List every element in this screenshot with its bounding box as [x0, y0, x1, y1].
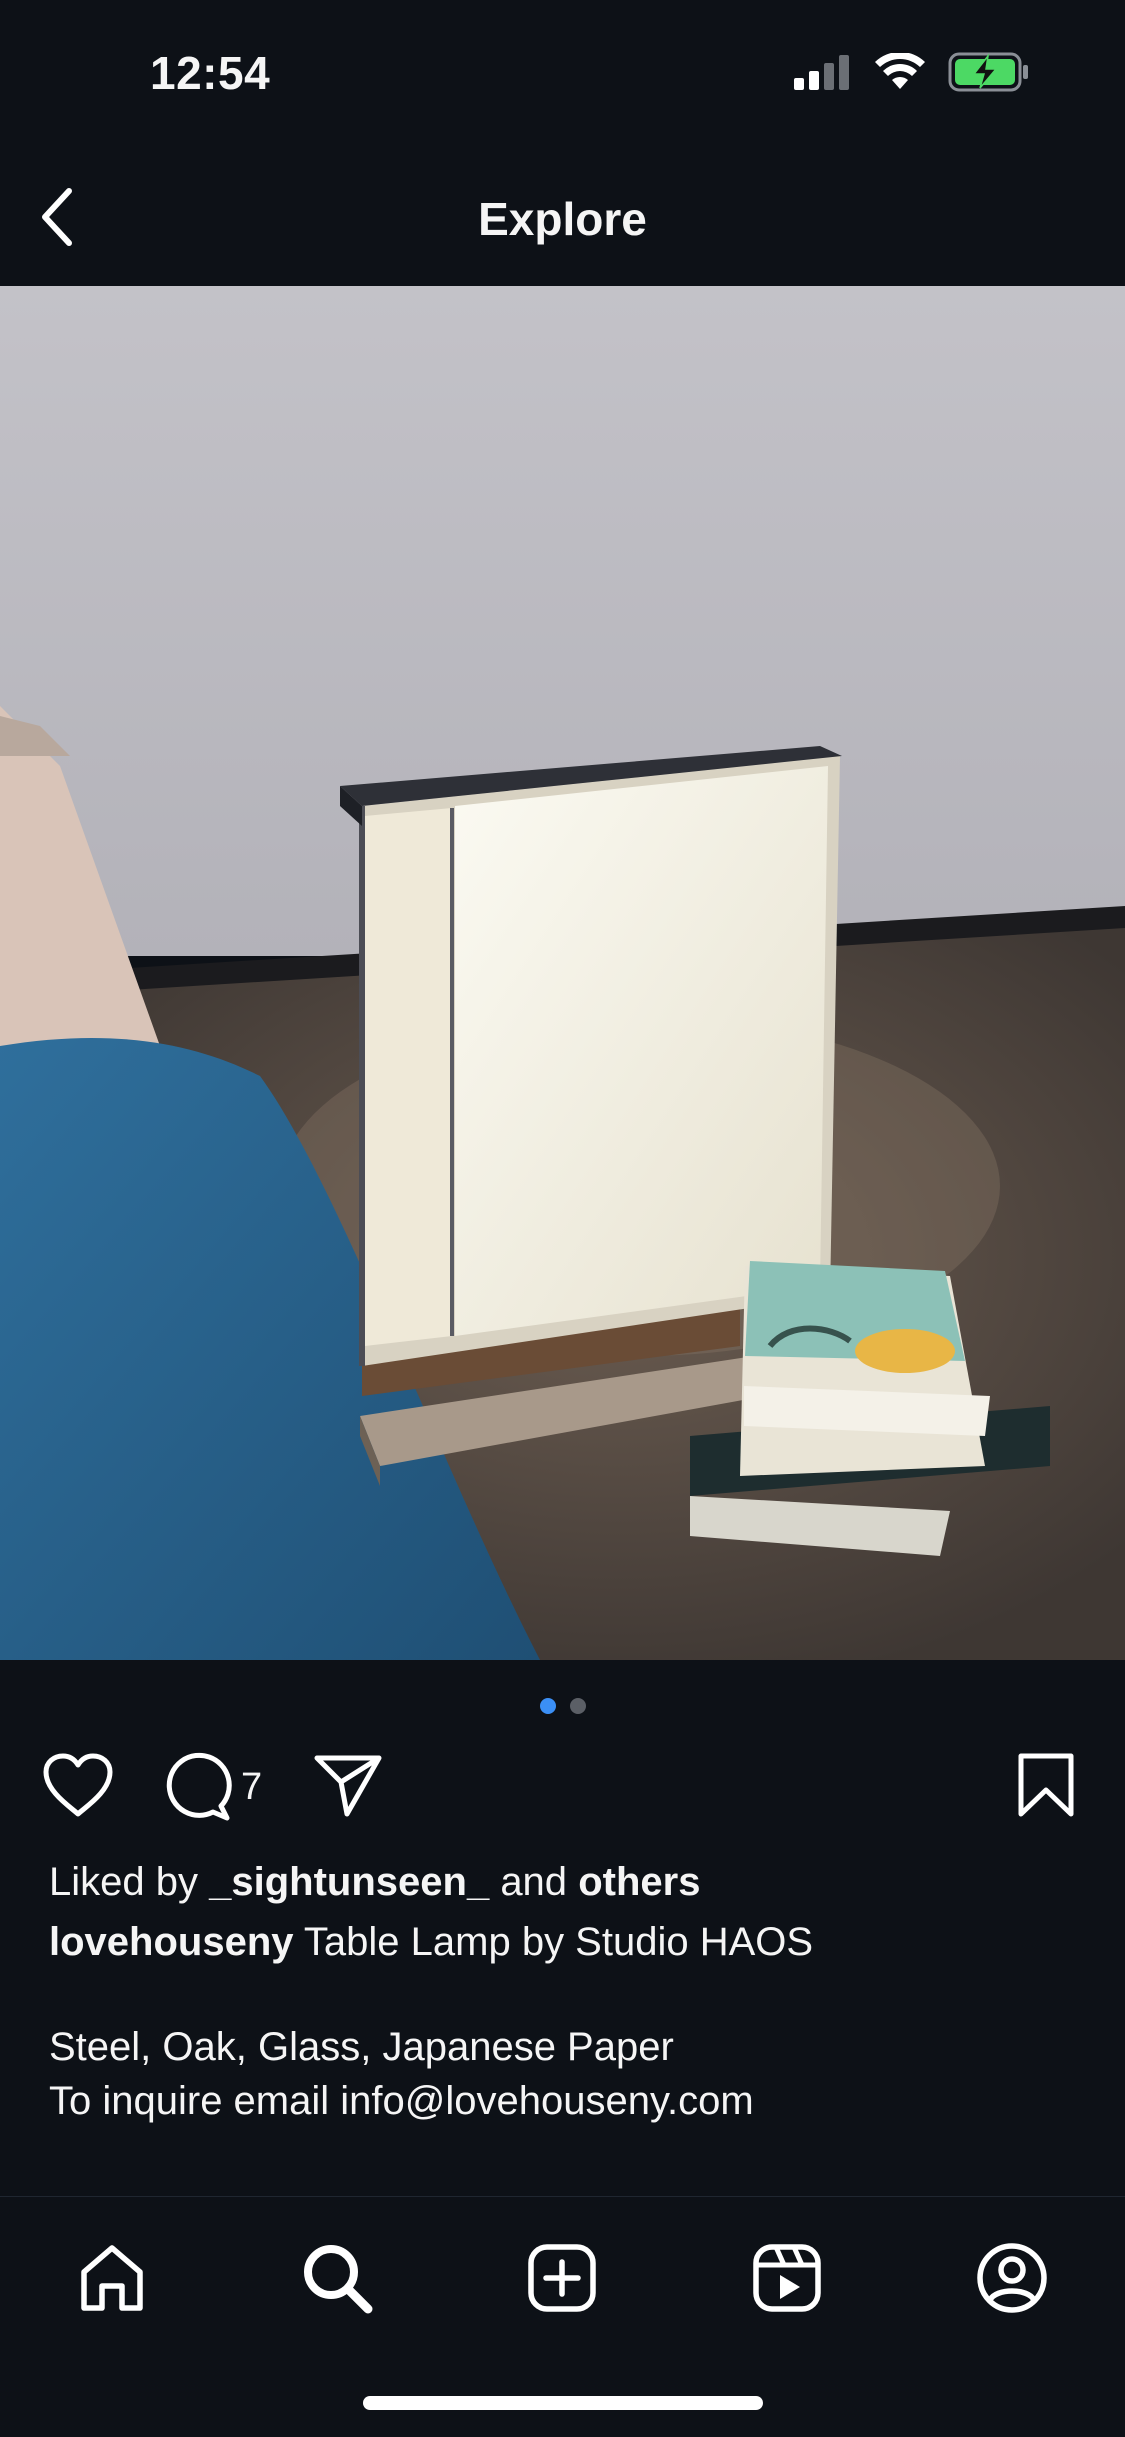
liked-by-user[interactable]: _sightunseen_ — [209, 1860, 489, 1904]
caption-description: Steel, Oak, Glass, Japanese Paper To inq… — [49, 2020, 1079, 2128]
caption-contact: To inquire email info@lovehouseny.com — [49, 2079, 754, 2123]
status-bar: 12:54 — [0, 0, 1125, 150]
status-icons — [794, 52, 1030, 92]
post-caption: Liked by _sightunseen_ and others loveho… — [49, 1852, 1079, 2128]
post-photo — [0, 286, 1125, 1660]
home-indicator — [363, 2396, 763, 2410]
comment-count: 7 — [241, 1765, 263, 1808]
save-button[interactable] — [1017, 1752, 1075, 1818]
tab-reels[interactable] — [742, 2233, 832, 2323]
caption-username[interactable]: lovehouseny — [49, 1920, 294, 1964]
caption-line: lovehouseny Table Lamp by Studio HAOS — [49, 1912, 1079, 1972]
cellular-signal-icon — [794, 55, 849, 90]
profile-icon — [977, 2243, 1047, 2313]
battery-charging-icon — [948, 52, 1028, 92]
create-icon — [528, 2244, 596, 2312]
liked-by-others[interactable]: others — [578, 1860, 700, 1904]
page-title: Explore — [478, 193, 647, 245]
post-actions: 7 — [0, 1748, 1125, 1828]
send-icon — [314, 1755, 382, 1817]
carousel-dot-2 — [569, 1698, 586, 1714]
nav-bar: Explore — [0, 160, 1125, 280]
comment-button[interactable]: 7 — [163, 1752, 262, 1822]
liked-by-joiner: and — [500, 1860, 568, 1904]
tab-create[interactable] — [517, 2233, 607, 2323]
search-icon — [304, 2245, 373, 2314]
liked-by-prefix: Liked by — [49, 1860, 198, 1904]
caption-materials: Steel, Oak, Glass, Japanese Paper — [49, 2025, 674, 2069]
wifi-icon — [875, 53, 925, 89]
like-button[interactable] — [42, 1752, 114, 1820]
post-image[interactable] — [0, 286, 1125, 1660]
tab-profile[interactable] — [967, 2233, 1057, 2323]
caption-text: Table Lamp by Studio HAOS — [303, 1920, 814, 1964]
share-button[interactable] — [313, 1754, 383, 1818]
reels-icon — [753, 2244, 821, 2312]
liked-by-line: Liked by _sightunseen_ and others — [49, 1852, 1079, 1912]
tab-home[interactable] — [67, 2233, 157, 2323]
carousel-indicator — [0, 1698, 1125, 1714]
bookmark-icon — [1018, 1753, 1074, 1817]
heart-icon — [43, 1753, 113, 1817]
comment-icon — [166, 1752, 232, 1821]
tab-search[interactable] — [292, 2233, 382, 2323]
status-time: 12:54 — [150, 47, 271, 99]
carousel-dot-1 — [539, 1698, 556, 1714]
home-icon — [81, 2245, 143, 2311]
